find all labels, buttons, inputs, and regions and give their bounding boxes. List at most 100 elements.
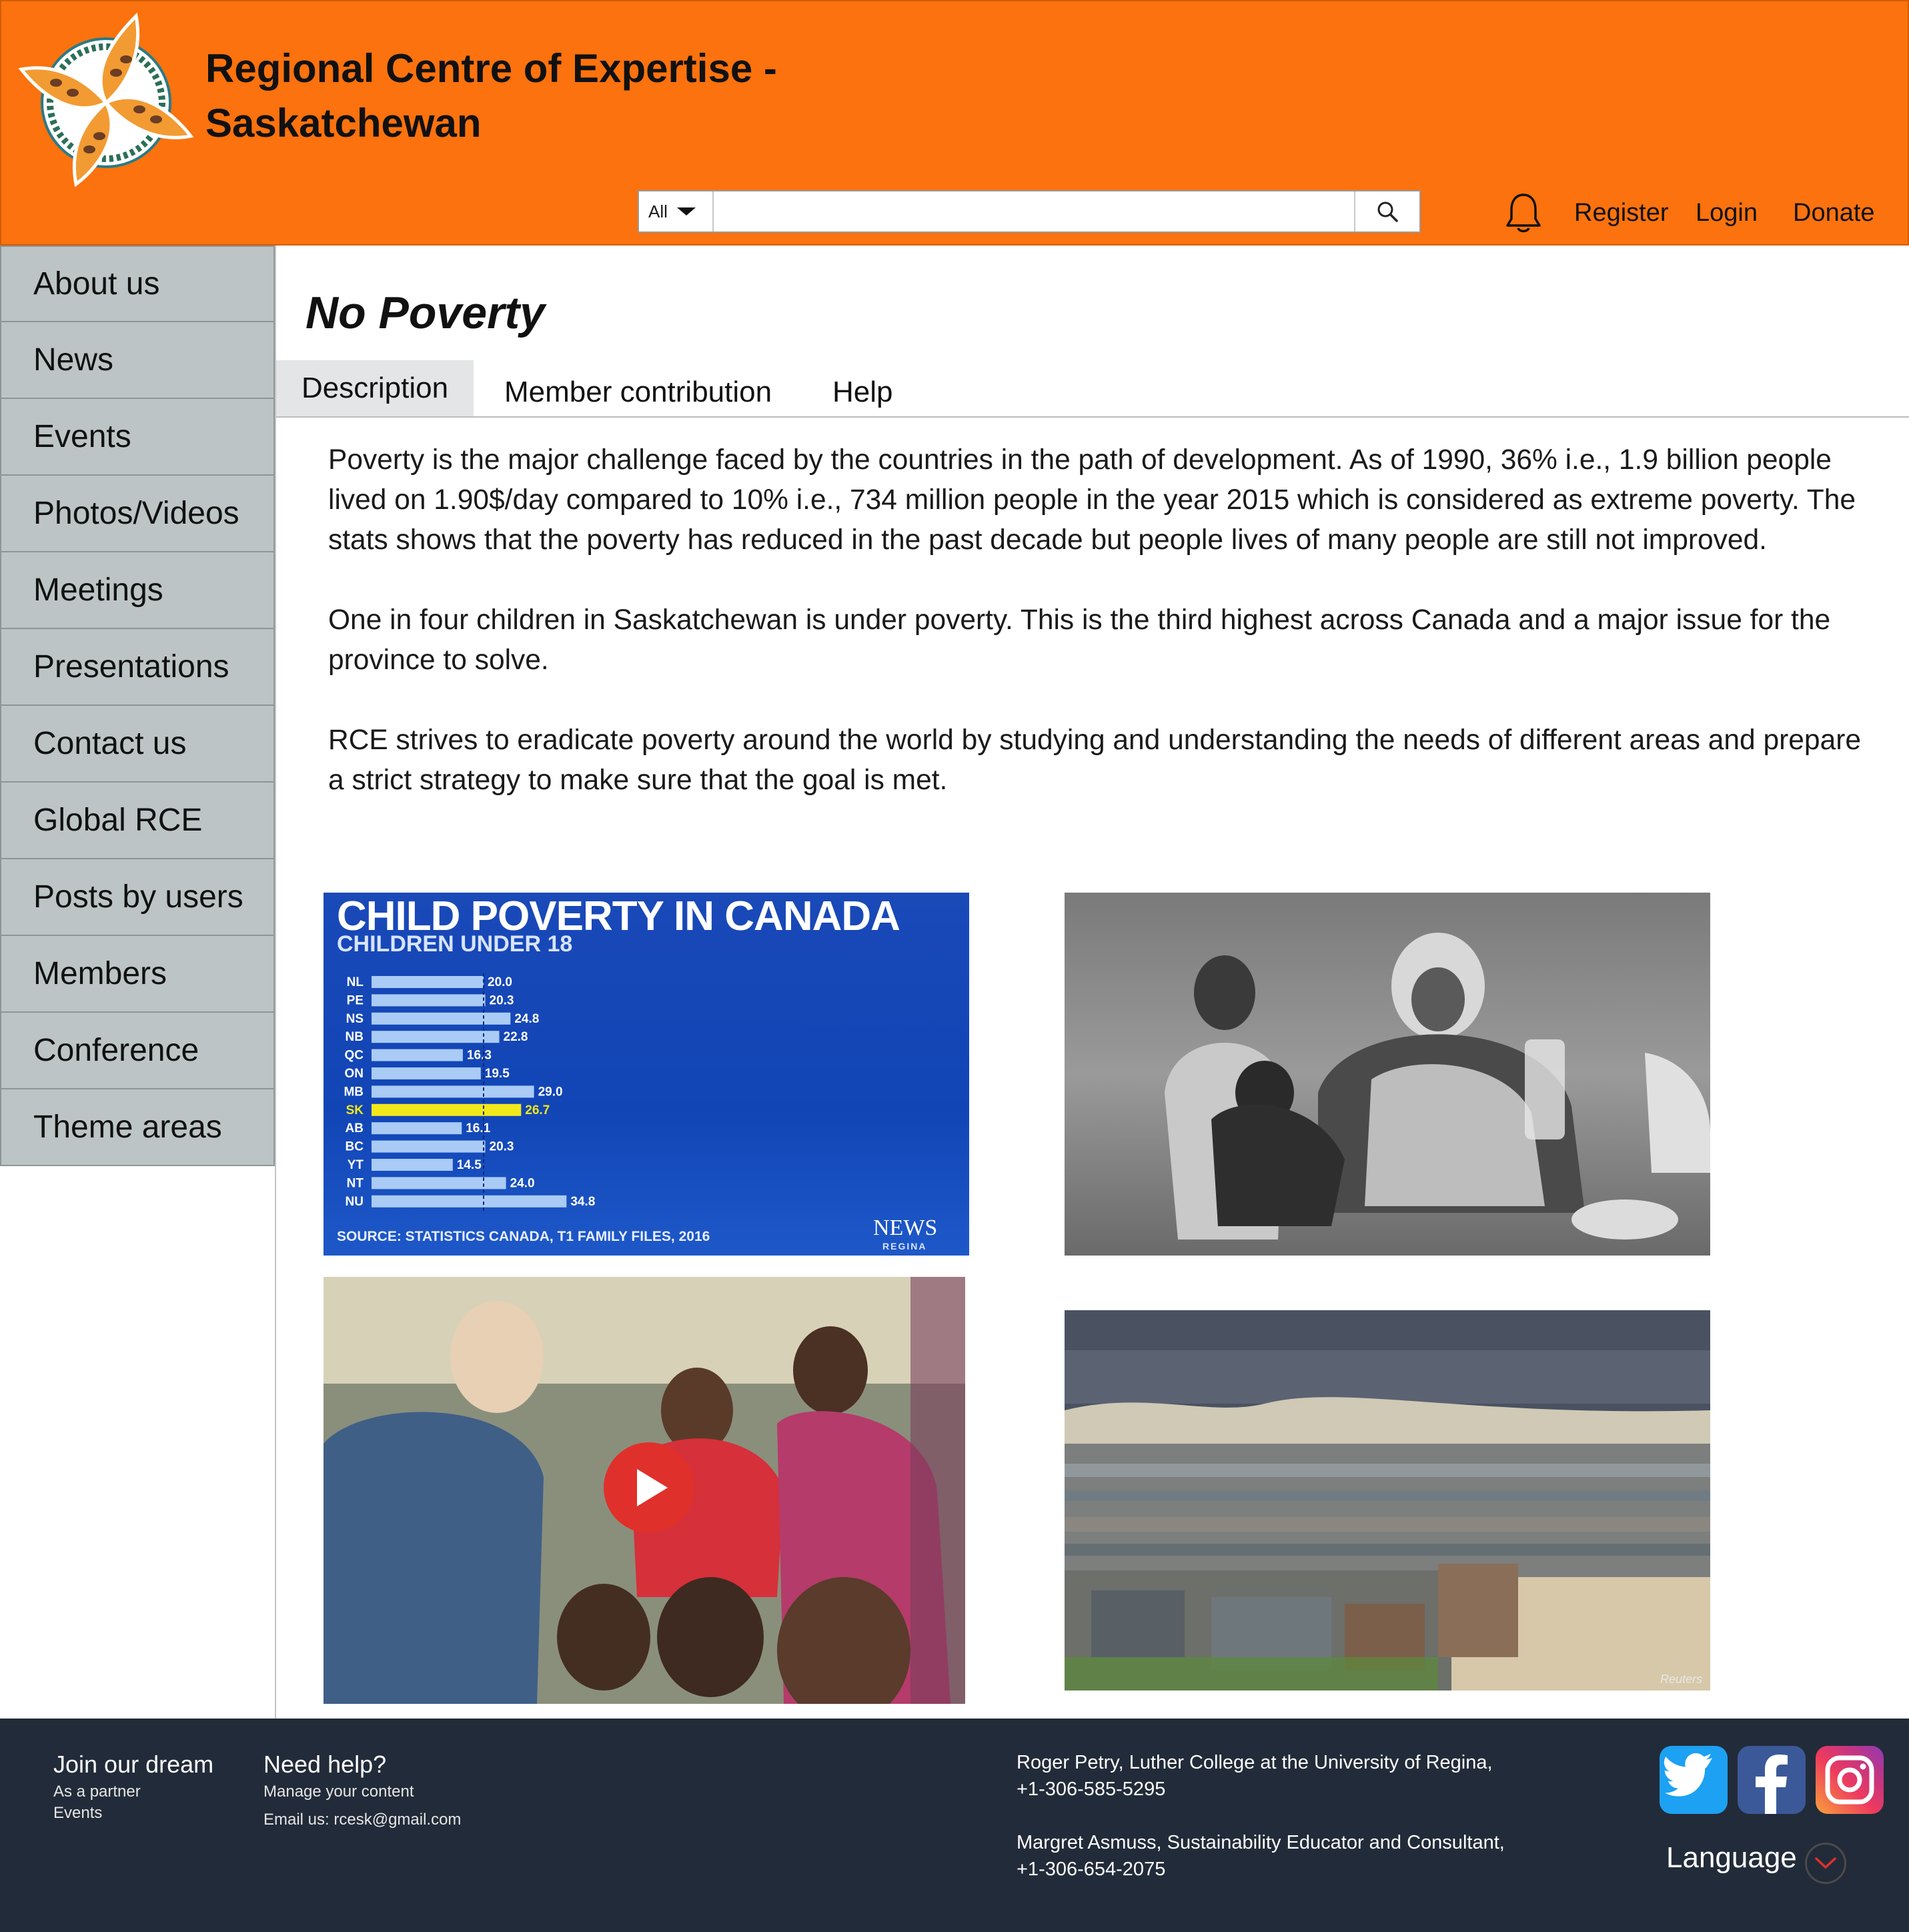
- facebook-icon[interactable]: [1738, 1746, 1806, 1814]
- sidebar-item-photos-videos[interactable]: Photos/Videos: [0, 476, 275, 552]
- chart-category-label: SK: [346, 1103, 364, 1117]
- chevron-down-icon[interactable]: [1805, 1843, 1846, 1884]
- chart-bar: [372, 1140, 486, 1153]
- twitter-icon[interactable]: [1660, 1746, 1728, 1814]
- description-text: Poverty is the major challenge faced by …: [328, 440, 1882, 841]
- paragraph: Poverty is the major challenge faced by …: [328, 444, 1856, 556]
- footer-link-manage-content[interactable]: Manage your content: [263, 1783, 414, 1801]
- search-scope-dropdown[interactable]: All: [639, 191, 714, 231]
- chart-bar: [372, 1177, 506, 1189]
- video-thumbnail[interactable]: [324, 1277, 965, 1704]
- chart-value-label: 19.5: [485, 1067, 510, 1081]
- chart-bar: [372, 1049, 463, 1061]
- page-title: No Poverty: [305, 288, 545, 338]
- chart-category-label: MB: [344, 1085, 364, 1099]
- sidebar-item-events[interactable]: Events: [0, 399, 275, 476]
- chart-category-label: ON: [345, 1067, 364, 1081]
- sidebar-item-theme-areas[interactable]: Theme areas: [0, 1089, 275, 1166]
- tab-help[interactable]: Help: [832, 364, 893, 420]
- chart-bar: [372, 1067, 481, 1079]
- footer-contact-2: Margret Asmuss, Sustainability Educator …: [1017, 1829, 1505, 1883]
- footer-help-heading: Need help?: [263, 1751, 387, 1778]
- sidebar-item-meetings[interactable]: Meetings: [0, 552, 275, 629]
- footer-contact-1: Roger Petry, Luther College at the Unive…: [1017, 1749, 1493, 1803]
- chart-category-label: QC: [345, 1049, 364, 1063]
- chart-value-label: 14.5: [457, 1158, 482, 1172]
- chart-category-label: PE: [347, 993, 364, 1007]
- sidebar-item-members[interactable]: Members: [0, 936, 275, 1013]
- chart-value-label: 24.8: [514, 1012, 539, 1026]
- sidebar-item-conference[interactable]: Conference: [0, 1013, 275, 1089]
- chart-value-label: 20.3: [490, 993, 514, 1007]
- instagram-icon[interactable]: [1816, 1746, 1884, 1814]
- search-input[interactable]: [714, 191, 1354, 231]
- family-photo-graphic: [1065, 893, 1710, 1256]
- rce-logo[interactable]: [16, 9, 196, 189]
- site-title: Regional Centre of Expertise - Saskatche…: [205, 41, 806, 151]
- paragraph: One in four children in Saskatchewan is …: [328, 604, 1831, 676]
- site-title-line2: Saskatchewan: [205, 101, 482, 145]
- chart-category-label: AB: [346, 1121, 364, 1135]
- chart-bar: [372, 1103, 522, 1116]
- sidebar-item-about-us[interactable]: About us: [0, 246, 275, 322]
- paragraph: RCE strives to eradicate poverty around …: [328, 724, 1861, 796]
- chevron-down-icon: [676, 207, 696, 215]
- chart-source: SOURCE: STATISTICS CANADA, T1 FAMILY FIL…: [337, 1229, 710, 1244]
- sidebar-item-global-rce[interactable]: Global RCE: [0, 783, 275, 859]
- slum-photo: Reuters: [1065, 1310, 1710, 1690]
- chart-category-label: NT: [347, 1176, 364, 1190]
- tab-member-contribution[interactable]: Member contribution: [504, 364, 772, 420]
- search-button[interactable]: [1354, 191, 1419, 231]
- sidebar-item-presentations[interactable]: Presentations: [0, 629, 275, 706]
- play-button[interactable]: [604, 1442, 694, 1533]
- chart-bar: [372, 1085, 534, 1098]
- chart-category-label: NU: [346, 1195, 364, 1209]
- chart-category-label: NS: [346, 1012, 364, 1026]
- sidebar-nav: About us News Events Photos/Videos Meeti…: [0, 246, 276, 1719]
- login-link[interactable]: Login: [1696, 199, 1758, 227]
- footer-join-heading: Join our dream: [53, 1751, 214, 1778]
- contact-phone[interactable]: +1-306-585-5295: [1017, 1776, 1493, 1803]
- contact-phone[interactable]: +1-306-654-2075: [1017, 1856, 1505, 1883]
- site-header: Regional Centre of Expertise - Saskatche…: [0, 0, 1909, 246]
- chart-value-label: 24.0: [510, 1176, 535, 1190]
- chart-value-label: 20.0: [488, 975, 512, 989]
- footer-link-partner[interactable]: As a partner: [53, 1783, 141, 1801]
- chart-bar: [372, 1195, 567, 1208]
- search-icon: [1377, 201, 1398, 222]
- register-link[interactable]: Register: [1574, 199, 1669, 227]
- footer-link-events[interactable]: Events: [53, 1804, 102, 1823]
- family-poverty-photo: [1065, 893, 1710, 1256]
- contact-name: Margret Asmuss, Sustainability Educator …: [1017, 1832, 1505, 1853]
- footer-email[interactable]: Email us: rcesk@gmail.com: [263, 1811, 461, 1829]
- search-bar: All: [638, 190, 1421, 233]
- chart-category-label: BC: [346, 1140, 364, 1154]
- bar-chart: NL 20.0 PE 20.3 NS 24.8 NB 22.8 QC 16.3 ON 19.5 MB 29…: [344, 973, 595, 1214]
- news-logo: NEWS: [873, 1216, 938, 1240]
- play-icon: [637, 1469, 668, 1506]
- chart-value-label: 20.3: [490, 1140, 514, 1154]
- child-poverty-chart-image[interactable]: CHILD POVERTY IN CANADA CHILDREN UNDER 1…: [324, 893, 969, 1256]
- chart-value-label: 34.8: [570, 1195, 595, 1209]
- chart-bar: [372, 1159, 453, 1171]
- bell-icon[interactable]: [1505, 192, 1542, 233]
- chart-category-label: NB: [346, 1030, 364, 1044]
- language-selector[interactable]: Language: [1666, 1841, 1797, 1875]
- chart-category-label: NL: [347, 975, 364, 989]
- sidebar-item-news[interactable]: News: [0, 322, 275, 399]
- chart-bar: [372, 1031, 500, 1043]
- search-scope-label: All: [648, 201, 668, 221]
- chart-value-label: 16.3: [467, 1049, 492, 1063]
- sidebar-item-posts-by-users[interactable]: Posts by users: [0, 859, 275, 936]
- donate-link[interactable]: Donate: [1793, 199, 1875, 227]
- photo-credit: Reuters: [1660, 1672, 1702, 1686]
- chart-bar: [372, 976, 484, 988]
- sidebar-item-contact-us[interactable]: Contact us: [0, 706, 275, 783]
- chart-value-label: 16.1: [466, 1121, 490, 1135]
- chart-bar: [372, 1122, 462, 1135]
- chart-value-label: 26.7: [525, 1103, 550, 1117]
- news-logo-sub: REGINA: [882, 1241, 927, 1252]
- tab-description[interactable]: Description: [276, 360, 474, 416]
- contact-name: Roger Petry, Luther College at the Unive…: [1017, 1752, 1493, 1773]
- chart-category-label: YT: [348, 1158, 364, 1172]
